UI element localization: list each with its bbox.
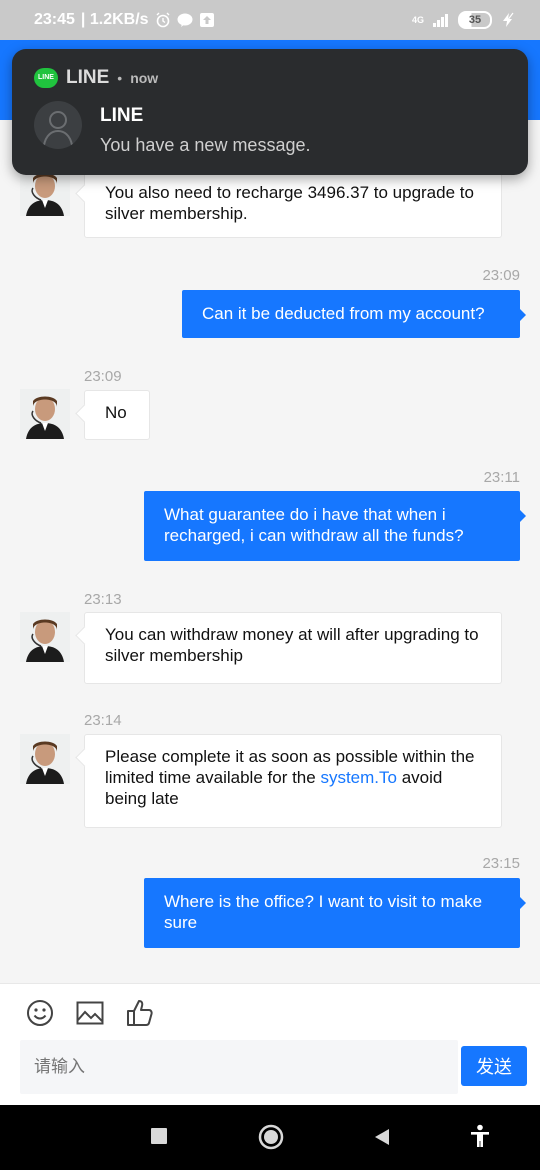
notification-body: You have a new message. xyxy=(100,135,311,155)
back-icon[interactable] xyxy=(373,1127,391,1147)
chat-messages[interactable]: You also need to recharge 3496.37 to upg… xyxy=(0,120,540,983)
thumbs-up-icon[interactable] xyxy=(125,998,155,1028)
message-bubble-incoming: You can withdraw money at will after upg… xyxy=(84,612,502,684)
message-bubble-outgoing: Can it be deducted from my account? xyxy=(182,290,526,338)
line-logo-icon: LINE xyxy=(34,68,58,88)
notification-title: LINE xyxy=(100,105,144,126)
notification-avatar-icon xyxy=(34,101,82,149)
message-input[interactable] xyxy=(20,1040,458,1094)
message-composer: 发送 xyxy=(0,983,540,1106)
agent-avatar xyxy=(20,734,70,784)
message-bubble-outgoing: What guarantee do i have that when i rec… xyxy=(144,491,526,561)
message-timestamp: 23:11 xyxy=(483,469,520,486)
message-timestamp: 23:09 xyxy=(84,368,122,385)
message-bubble-outgoing: Where is the office? I want to visit to … xyxy=(144,878,526,948)
send-button[interactable]: 发送 xyxy=(461,1046,527,1086)
charging-icon xyxy=(503,12,514,27)
signal-icon xyxy=(433,14,448,27)
message-bubble-incoming: You also need to recharge 3496.37 to upg… xyxy=(84,170,502,238)
home-icon[interactable] xyxy=(258,1124,284,1150)
status-bar: 23:45 | 1.2KB/s 4G 35 xyxy=(0,0,540,40)
network-speed: | 1.2KB/s xyxy=(80,11,149,28)
message-timestamp: 23:13 xyxy=(84,591,122,608)
notification-time: now xyxy=(130,70,159,86)
message-timestamp: 23:15 xyxy=(482,855,520,872)
message-bubble-incoming: No xyxy=(84,390,150,440)
agent-avatar xyxy=(20,612,70,662)
message-link[interactable]: system.To xyxy=(320,768,397,787)
notification-app-name: LINE xyxy=(66,67,110,88)
recent-apps-icon[interactable] xyxy=(151,1128,167,1144)
notification-app-row: LINE LINE • now xyxy=(34,67,158,89)
message-timestamp: 23:09 xyxy=(482,267,520,284)
navigation-bar xyxy=(0,1105,540,1170)
line-notification[interactable]: LINE LINE • now LINE You have a new mess… xyxy=(12,49,528,175)
battery-indicator: 35 xyxy=(458,11,492,29)
upload-icon xyxy=(199,13,214,27)
alarm-icon xyxy=(156,12,170,28)
image-icon[interactable] xyxy=(75,998,105,1028)
notification-separator: • xyxy=(117,70,123,86)
agent-avatar xyxy=(20,389,70,439)
status-time: 23:45 xyxy=(34,11,75,28)
message-bubble-incoming: Please complete it as soon as possible w… xyxy=(84,734,502,828)
network-type: 4G xyxy=(411,15,424,25)
emoji-icon[interactable] xyxy=(25,998,55,1028)
line-notification-icon xyxy=(177,13,193,27)
accessibility-icon[interactable] xyxy=(469,1124,491,1148)
message-timestamp: 23:14 xyxy=(84,712,122,729)
